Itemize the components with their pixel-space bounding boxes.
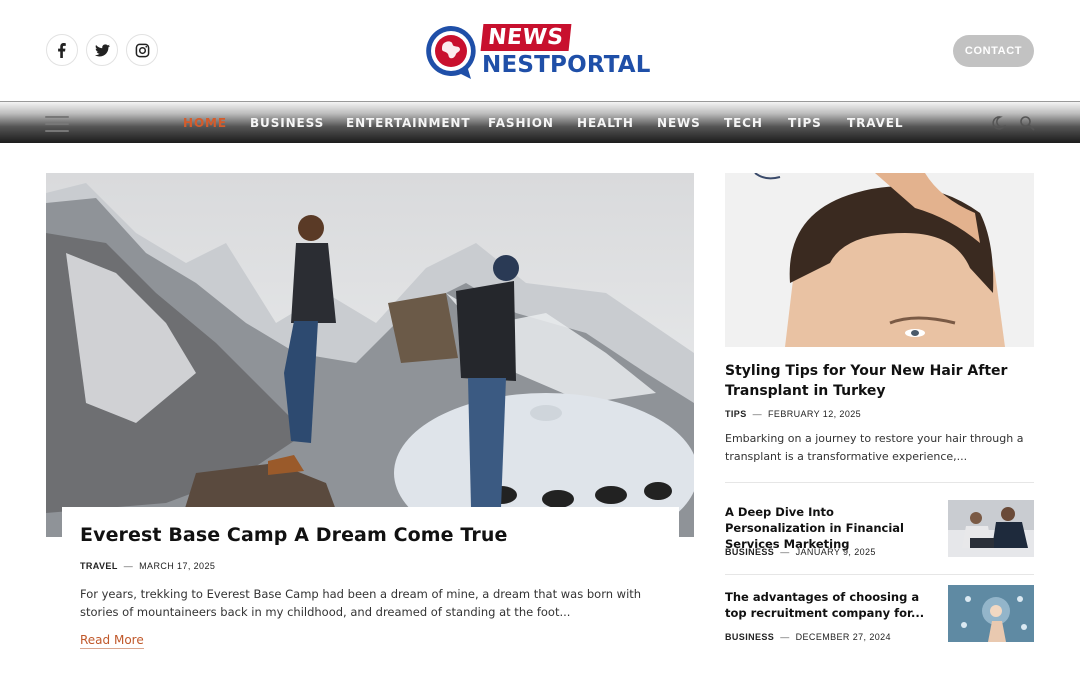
sidebar-main-category[interactable]: TIPS [725, 409, 747, 419]
post-date: DECEMBER 27, 2024 [795, 632, 891, 642]
nav-item-fashion[interactable]: FASHION [488, 115, 554, 131]
post-meta: BUSINESS — DECEMBER 27, 2024 [725, 632, 891, 642]
featured-image[interactable] [46, 173, 694, 537]
contact-button[interactable]: CONTACT [953, 35, 1034, 67]
globe-logo-icon [426, 26, 476, 79]
nav-item-tech[interactable]: TECH [724, 115, 763, 131]
site-logo[interactable]: NEWS NESTPORTAL [422, 20, 662, 82]
logo-portal-text: NESTPORTAL [482, 52, 651, 78]
post-thumbnail[interactable] [948, 500, 1034, 557]
meta-separator: — [123, 561, 134, 571]
logo-news-text: NEWS [480, 24, 571, 51]
nav-item-entertainment[interactable]: ENTERTAINMENT [346, 115, 470, 131]
nav-item-health[interactable]: HEALTH [577, 115, 634, 131]
facebook-icon[interactable] [46, 34, 78, 66]
sidebar-main-excerpt: Embarking on a journey to restore your h… [725, 432, 1024, 463]
post-category[interactable]: BUSINESS [725, 547, 774, 557]
featured-excerpt: For years, trekking to Everest Base Camp… [80, 587, 642, 619]
read-more-link[interactable]: Read More [80, 633, 144, 649]
dark-mode-icon[interactable] [990, 115, 1006, 131]
nav-menu: HOME BUSINESS ENTERTAINMENT FASHION HEAL… [0, 102, 1080, 144]
sidebar-main-meta: TIPS — FEBRUARY 12, 2025 [725, 409, 861, 419]
meta-separator: — [780, 632, 790, 642]
sidebar-main-title[interactable]: Styling Tips for Your New Hair After Tra… [725, 361, 1025, 401]
nav-item-travel[interactable]: TRAVEL [847, 115, 903, 131]
meta-separator: — [780, 547, 790, 557]
nav-item-business[interactable]: BUSINESS [250, 115, 324, 131]
divider [725, 482, 1034, 483]
featured-meta: TRAVEL — MARCH 17, 2025 [80, 561, 661, 571]
sidebar-main-image[interactable] [725, 173, 1034, 347]
main-navbar: HOME BUSINESS ENTERTAINMENT FASHION HEAL… [0, 101, 1080, 143]
post-title[interactable]: A Deep Dive Into Personalization in Fina… [725, 504, 930, 552]
featured-title[interactable]: Everest Base Camp A Dream Come True [80, 523, 661, 547]
search-icon[interactable] [1019, 115, 1035, 131]
meta-separator: — [752, 409, 763, 419]
list-item: A Deep Dive Into Personalization in Fina… [725, 500, 1034, 564]
featured-card: Everest Base Camp A Dream Come True TRAV… [62, 507, 679, 662]
featured-category[interactable]: TRAVEL [80, 561, 118, 571]
nav-item-home[interactable]: HOME [183, 115, 227, 131]
nav-item-tips[interactable]: TIPS [788, 115, 822, 131]
twitter-icon[interactable] [86, 34, 118, 66]
post-category[interactable]: BUSINESS [725, 632, 774, 642]
nav-item-news[interactable]: NEWS [657, 115, 701, 131]
sidebar-main-date: FEBRUARY 12, 2025 [768, 409, 862, 419]
instagram-icon[interactable] [126, 34, 158, 66]
post-thumbnail[interactable] [948, 585, 1034, 642]
post-date: JANUARY 9, 2025 [795, 547, 876, 557]
list-item: The advantages of choosing a top recruit… [725, 585, 1034, 649]
featured-date: MARCH 17, 2025 [139, 561, 216, 571]
site-header: NEWS NESTPORTAL CONTACT [0, 0, 1080, 101]
post-title[interactable]: The advantages of choosing a top recruit… [725, 589, 930, 621]
post-meta: BUSINESS — JANUARY 9, 2025 [725, 547, 876, 557]
divider [725, 574, 1034, 575]
